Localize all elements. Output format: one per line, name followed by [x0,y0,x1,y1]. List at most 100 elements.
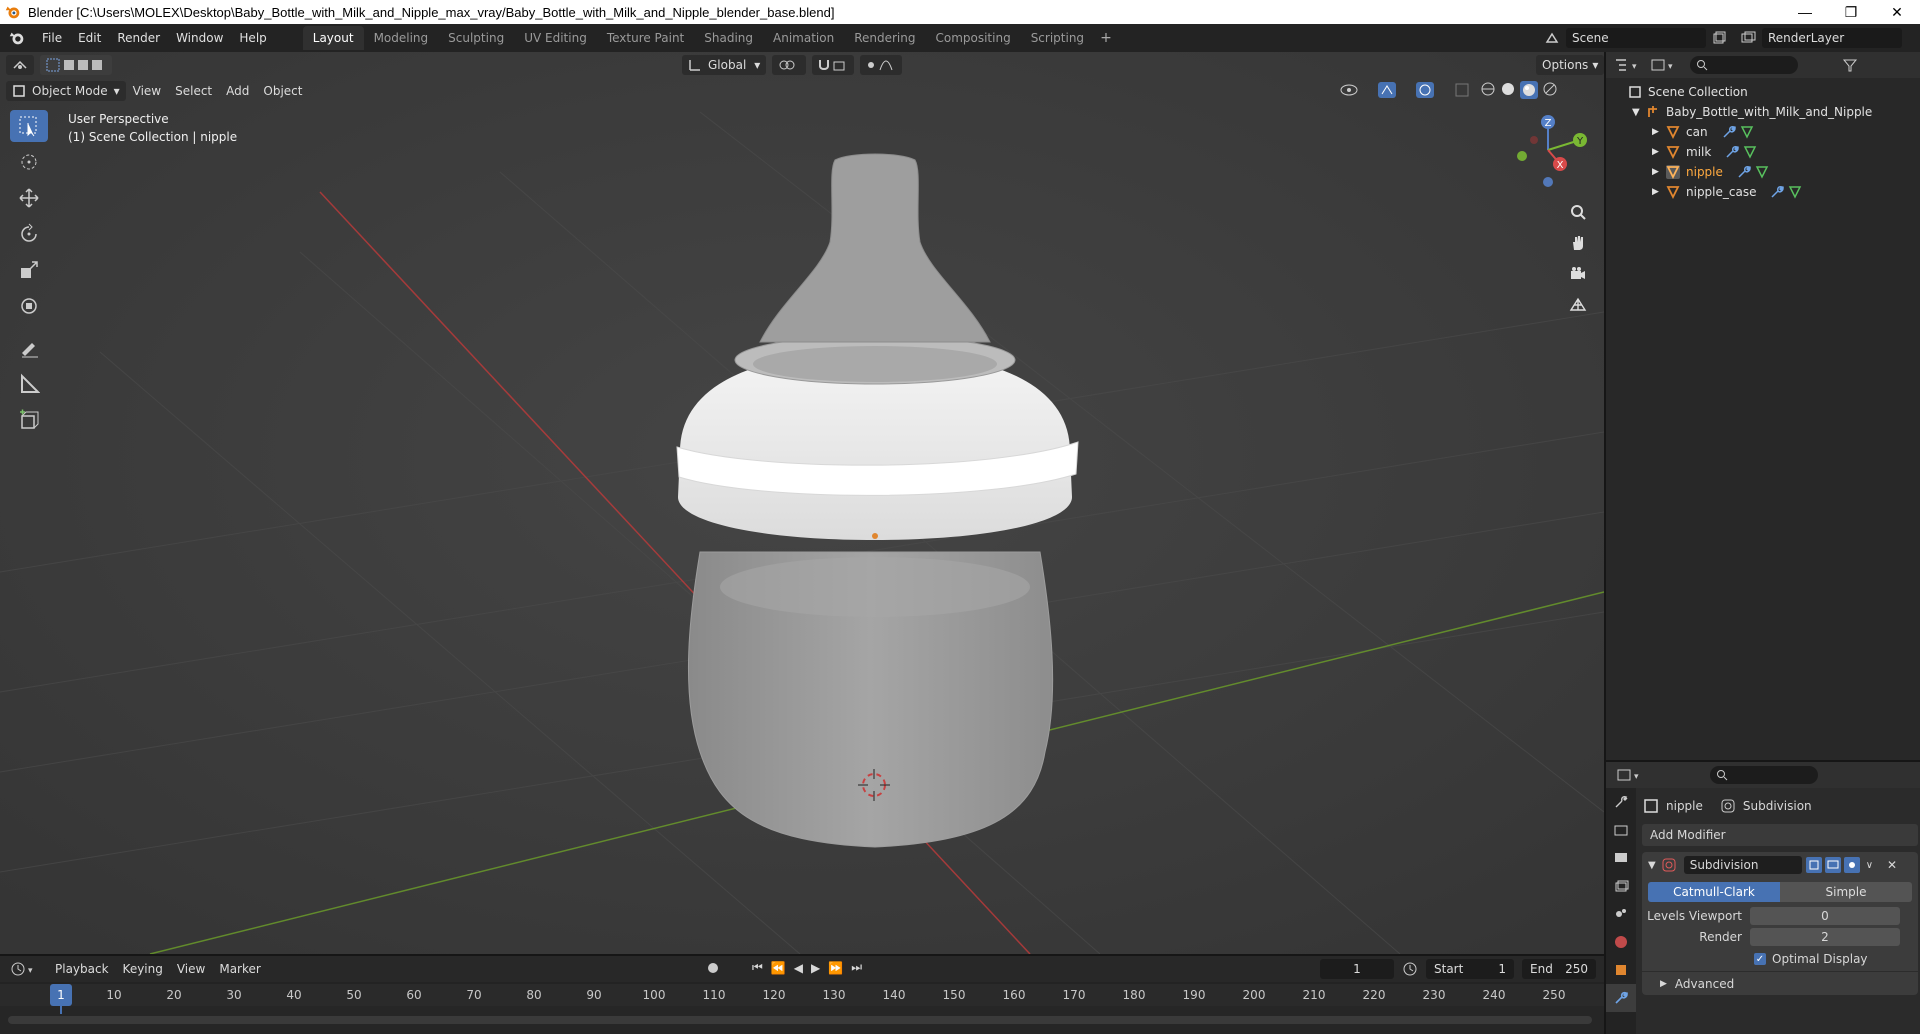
mesh-data-icon[interactable] [1788,185,1802,199]
expand-right-icon[interactable]: ▶ [1652,147,1666,157]
outliner-item-can[interactable]: ▶ can [1606,122,1920,142]
add-workspace-button[interactable]: + [1094,30,1118,46]
tab-view-layer[interactable] [1606,872,1636,900]
jump-end-icon[interactable]: ⏭ [851,960,862,975]
transform-orientation-dropdown[interactable]: Global ▾ [682,55,767,75]
ortho-toggle-button[interactable] [1562,291,1594,319]
next-keyframe-icon[interactable]: ⏩ [828,961,843,975]
jump-start-icon[interactable]: ⏮ [752,960,763,975]
tab-render[interactable] [1606,816,1636,844]
mesh-data-icon[interactable] [1755,165,1769,179]
optimal-display-checkbox[interactable]: ✓ [1754,953,1766,965]
blender-menu-icon[interactable] [0,24,34,52]
record-icon[interactable] [708,962,718,973]
catmull-clark-button[interactable]: Catmull-Clark [1648,882,1780,902]
3d-viewport[interactable]: Global ▾ Options ▾ Object Mode ▾ View Se… [0,52,1604,954]
play-reverse-icon[interactable]: ◀ [794,961,803,975]
collapse-icon[interactable]: ▼ [1648,860,1656,871]
overlay-toggle-icon[interactable] [1416,82,1444,98]
prev-keyframe-icon[interactable]: ⏪ [771,961,786,975]
close-icon[interactable]: ✕ [1874,0,1920,24]
expand-right-icon[interactable]: ▶ [1652,187,1666,197]
minimize-icon[interactable]: — [1782,0,1828,24]
tab-modeling[interactable]: Modeling [364,26,439,50]
tool-add-cube[interactable] [10,404,48,436]
outliner-search-input[interactable] [1690,56,1798,74]
start-frame-field[interactable]: Start 1 [1426,959,1514,979]
tab-scene[interactable] [1606,900,1636,928]
new-scene-icon[interactable] [1712,31,1726,45]
pan-button[interactable] [1562,229,1594,257]
tab-rendering[interactable]: Rendering [844,26,925,50]
menu-window[interactable]: Window [168,24,231,52]
outliner-item-nipple[interactable]: ▶ nipple [1606,162,1920,182]
add-modifier-dropdown[interactable]: Add Modifier [1642,824,1918,846]
simple-button[interactable]: Simple [1780,882,1912,902]
pivot-point-dropdown[interactable] [772,55,807,75]
tool-scale[interactable] [10,254,48,286]
mesh-data-icon[interactable] [1740,125,1754,139]
gizmo-toggle-icon[interactable] [1378,82,1406,98]
render-layer-selector[interactable]: RenderLayer [1740,27,1920,49]
tab-output[interactable] [1606,844,1636,872]
mode-dropdown[interactable]: Object Mode ▾ [6,81,126,101]
tab-modifiers[interactable] [1606,984,1636,1012]
tool-measure[interactable] [10,368,48,400]
menu-file[interactable]: File [34,24,70,52]
expand-right-icon[interactable]: ▶ [1652,127,1666,137]
editor-type-button[interactable] [6,55,34,75]
tool-cursor[interactable] [10,146,48,178]
viewport-toggle-icon[interactable] [1824,857,1841,873]
edit-mode-toggle-icon[interactable] [1805,857,1822,873]
render-levels-field[interactable]: 2 [1750,928,1900,946]
outliner-editor-icon[interactable]: ▾ [1614,57,1644,73]
properties-search-input[interactable] [1710,766,1818,784]
restore-icon[interactable]: ❐ [1828,0,1874,24]
levels-viewport-field[interactable]: 0 [1750,907,1900,925]
mesh-data-icon[interactable] [1743,145,1757,159]
expand-right-icon[interactable]: ▶ [1652,167,1666,177]
options-dropdown[interactable]: Options ▾ [1536,55,1604,75]
collection-row[interactable]: ▼ Baby_Bottle_with_Milk_and_Nipple [1606,102,1920,122]
wrench-modifier-icon[interactable] [1770,185,1785,199]
wrench-modifier-icon[interactable] [1737,165,1751,179]
menu-playback[interactable]: Playback [48,962,116,976]
tab-object[interactable] [1606,956,1636,984]
wrench-modifier-icon[interactable] [1722,125,1736,139]
menu-edit[interactable]: Edit [70,24,109,52]
material-shading-icon[interactable] [1520,81,1538,99]
wrench-modifier-icon[interactable] [1725,145,1740,159]
render-toggle-icon[interactable] [1843,857,1860,873]
scene-name[interactable]: Scene [1566,28,1706,48]
proportional-edit-toggle[interactable] [860,55,903,75]
outliner-item-nipple-case[interactable]: ▶ nipple_case [1606,182,1920,202]
tool-rotate[interactable] [10,218,48,250]
expand-down-icon[interactable]: ▼ [1632,107,1646,118]
properties-editor-icon[interactable]: ▾ [1616,767,1646,783]
current-frame-marker[interactable]: 1 [50,984,72,1006]
advanced-subpanel[interactable]: ▶ Advanced [1642,971,1918,995]
timeline-scrollbar[interactable] [8,1016,1592,1024]
timeline-track[interactable] [0,1006,1604,1034]
tab-uv-editing[interactable]: UV Editing [514,26,597,50]
tab-sculpting[interactable]: Sculpting [438,26,514,50]
menu-timeline-view[interactable]: View [170,962,212,976]
filter-icon[interactable] [1842,57,1858,73]
render-layer-name[interactable]: RenderLayer [1762,28,1902,48]
snap-toggle[interactable] [812,55,855,75]
tab-shading[interactable]: Shading [694,26,763,50]
scene-collection-row[interactable]: Scene Collection [1606,82,1920,102]
tool-transform[interactable] [10,290,48,322]
display-mode-icon[interactable]: ▾ [1650,57,1680,73]
tab-layout[interactable]: Layout [302,26,364,50]
menu-marker[interactable]: Marker [212,962,267,976]
delete-modifier-icon[interactable]: ✕ [1887,858,1897,872]
navigation-gizmo[interactable]: Z Y X [1508,110,1588,190]
menu-object[interactable]: Object [256,84,309,98]
tool-annotate[interactable] [10,332,48,364]
scene-selector[interactable]: Scene [1544,27,1734,49]
menu-view[interactable]: View [126,84,168,98]
tab-world[interactable] [1606,928,1636,956]
zoom-button[interactable] [1562,198,1594,226]
xray-icon[interactable] [1454,82,1470,98]
